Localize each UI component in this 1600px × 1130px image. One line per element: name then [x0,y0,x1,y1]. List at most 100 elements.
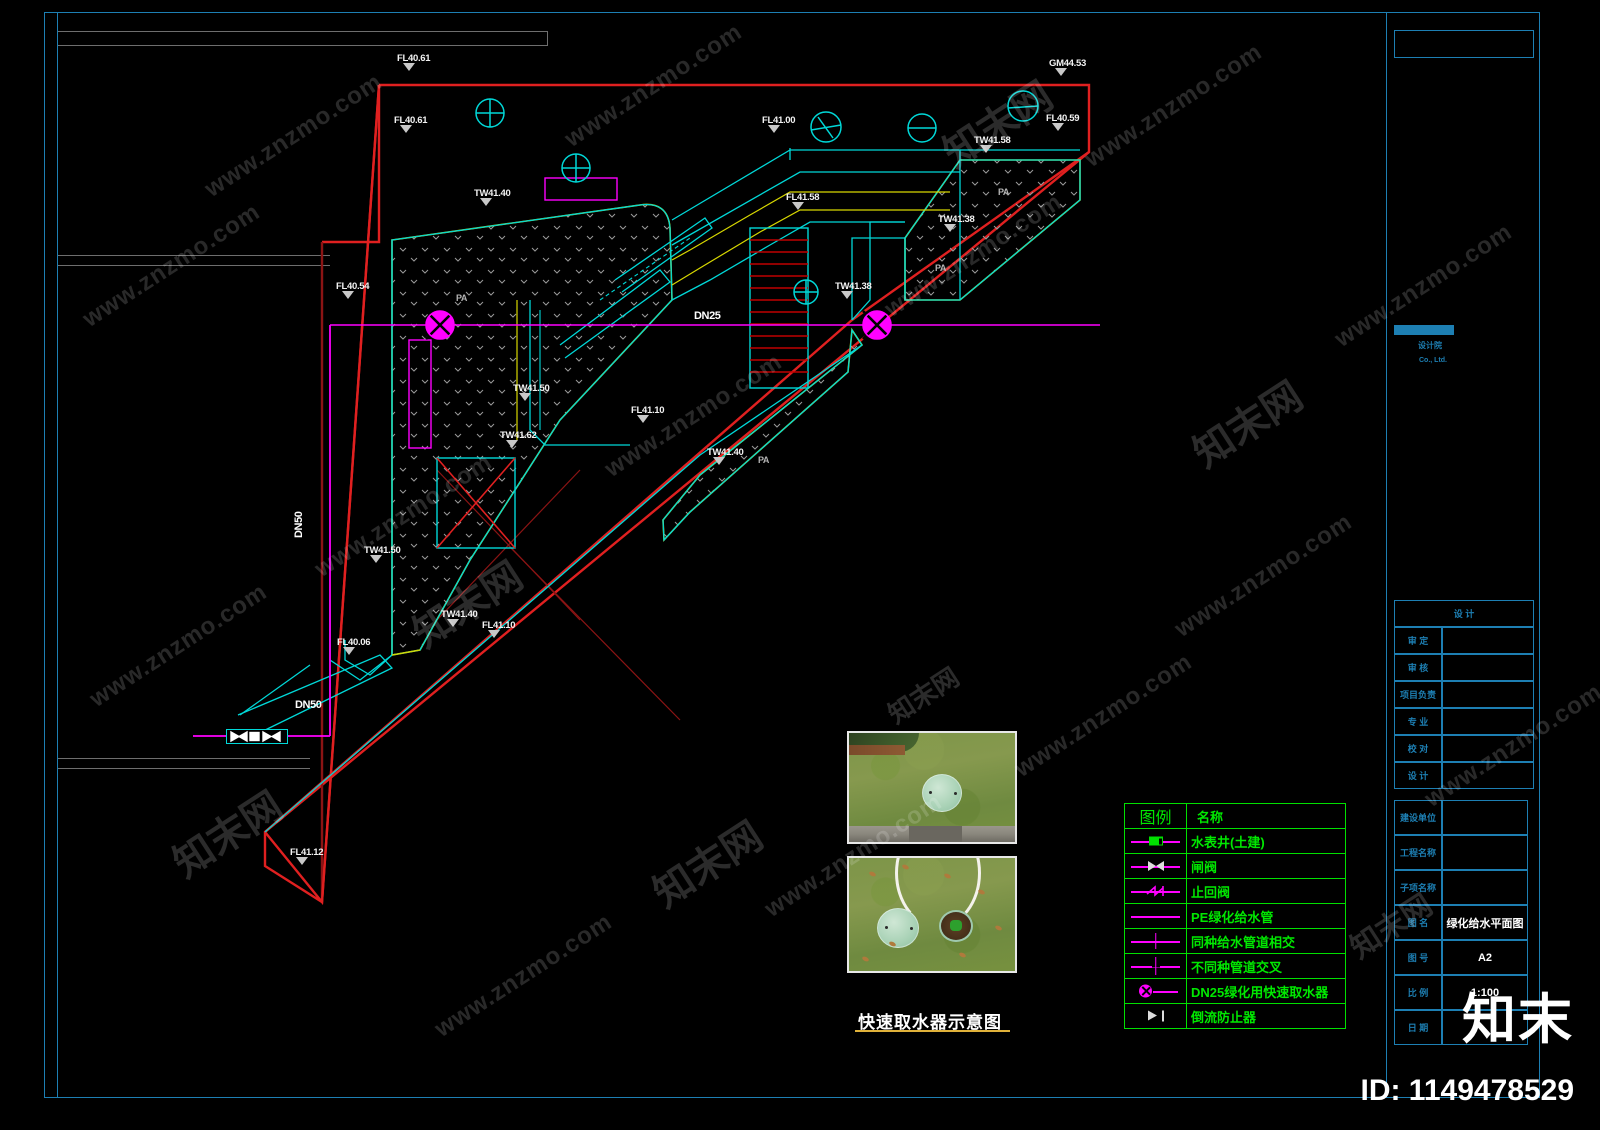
backflow-preventer-icon [1125,1004,1187,1028]
photo-quick-coupling-valve-with-hose [847,856,1017,973]
cad-drawing-sheet: FL40.61 FL40.61 TW41.40 FL41.00 FL41.58 FL40.… [0,0,1600,1130]
title-block-field-label: 设 计 [1394,762,1442,789]
elevation-triangle-icon [841,291,853,299]
planting-area-code: PA [758,455,770,465]
different-pipe-crossing-icon [1125,954,1187,978]
title-block-field-label: 日 期 [1394,1010,1442,1045]
title-block-field-value [1442,681,1534,708]
photo-caption-underline [855,1030,1010,1032]
elevation-triangle-icon [480,198,492,206]
legend-label: PE绿化给水管 [1191,909,1274,925]
pe-irrigation-pipe-icon [1125,904,1187,928]
planting-area-code: PA [935,263,947,273]
title-block-field-label: 比 例 [1394,975,1442,1010]
legend-table: 图例 名称 水表井(土建) 闸阀 止回阀 PE绿化给水管 同种给水管道相交 不同… [1124,803,1346,1029]
legend-header-symbol: 图例 [1125,804,1187,828]
title-block-value-text: A2 [1477,951,1493,964]
title-block-field-label: 图 号 [1394,940,1442,975]
title-block-field-value [1442,800,1528,835]
legend-label: 倒流防止器 [1191,1009,1257,1025]
elevation-triangle-icon [792,202,804,210]
elevation-triangle-icon [637,415,649,423]
elevation-triangle-icon [296,857,308,865]
water-meter-well-icon [1125,829,1187,853]
legend-row-gate-valve: 闸阀 [1125,854,1345,879]
title-block-company-name: 设计院 [1418,340,1442,350]
elevation-triangle-icon [980,145,992,153]
elevation-triangle-icon [343,647,355,655]
legend-row-pe-pipe: PE绿化给水管 [1125,904,1345,929]
elevation-triangle-icon [370,555,382,563]
legend-row-backflow-preventer: 倒流防止器 [1125,1004,1345,1029]
title-block-field-label: 审 核 [1394,654,1442,681]
title-block-field-value [1442,627,1534,654]
planting-bed-northeast [904,159,1081,301]
title-block-field-label: 建设单位 [1394,800,1442,835]
pipe-size-label: DN50 [295,699,322,711]
title-block-field-label: 校 对 [1394,735,1442,762]
title-block-value-text: 绿化给水平面图 [1446,917,1524,930]
title-block-field-value [1442,654,1534,681]
check-valve-icon [1125,879,1187,903]
quick-coupling-valve-icon [1125,979,1187,1003]
water-meter-symbol [226,729,288,744]
legend-label: 闸阀 [1191,859,1218,875]
legend-row-check-valve: 止回阀 [1125,879,1345,904]
gate-valve-icon [1125,854,1187,878]
legend-label: DN25绿化用快速取水器 [1191,984,1329,1000]
elevation-triangle-icon [1055,68,1067,76]
kerb-line [851,221,905,321]
legend-label: 止回阀 [1191,884,1231,900]
same-pipe-crossing-icon [1125,929,1187,953]
title-block-field-value [1442,870,1528,905]
quick-coupling-valve-plan-east [862,310,892,340]
title-block-field-label: 审 定 [1394,627,1442,654]
pipe-size-label: DN50 [293,511,305,538]
legend-label: 不同种管道交叉 [1191,959,1283,975]
elevation-triangle-icon [400,125,412,133]
pipe-size-label: DN25 [694,310,721,322]
planting-area-code: PA [456,293,468,303]
legend-label: 水表井(土建) [1191,834,1265,850]
legend-row-water-meter-well: 水表井(土建) [1125,829,1345,854]
legend-header-name: 名称 [1197,809,1224,825]
title-block-top-box [1394,30,1534,58]
title-block-field-label: 设 计 [1394,600,1534,627]
title-block-company-sub: Co., Ltd. [1419,357,1447,364]
planting-bed-southeast [662,327,864,542]
title-block-field-label: 图 名 [1394,905,1442,940]
title-block-field-value [1442,835,1528,870]
elevation-triangle-icon [447,619,459,627]
elevation-triangle-icon [713,457,725,465]
legend-header-row: 图例 名称 [1125,804,1345,829]
legend-row-different-pipe-crossing: 不同种管道交叉 [1125,954,1345,979]
elevation-triangle-icon [488,630,500,638]
elevation-triangle-icon [403,63,415,71]
ramp-strip [237,654,394,736]
title-block-field-value: A2 [1442,940,1528,975]
title-block-field-label: 专 业 [1394,708,1442,735]
title-block-field-value: 绿化给水平面图 [1442,905,1528,940]
legend-row-same-pipe-crossing: 同种给水管道相交 [1125,929,1345,954]
elevation-triangle-icon [768,125,780,133]
legend-row-quick-coupling-valve: DN25绿化用快速取水器 [1125,979,1345,1004]
title-block-logo-bar [1394,325,1454,335]
elevation-triangle-icon [342,291,354,299]
elevation-triangle-icon [944,224,956,232]
watermark-id: ID: 1149478529 [1360,1074,1574,1107]
stair-treads [750,239,808,373]
elevation-triangle-icon [519,393,531,401]
title-block-field-label: 工程名称 [1394,835,1442,870]
legend-label: 同种给水管道相交 [1191,934,1296,950]
title-block-field-value [1442,762,1534,789]
title-block-field-value [1442,708,1534,735]
kerb-line [851,237,905,320]
elevation-triangle-icon [1052,123,1064,131]
title-block-field-label: 项目负责 [1394,681,1442,708]
elevation-triangle-icon [506,440,518,448]
title-block-field-value [1442,735,1534,762]
title-block-field-label: 子项名称 [1394,870,1442,905]
watermark-logo: 知末 [1462,990,1574,1050]
paving-line [507,544,681,721]
quick-coupling-valve-plan-west [425,310,455,340]
